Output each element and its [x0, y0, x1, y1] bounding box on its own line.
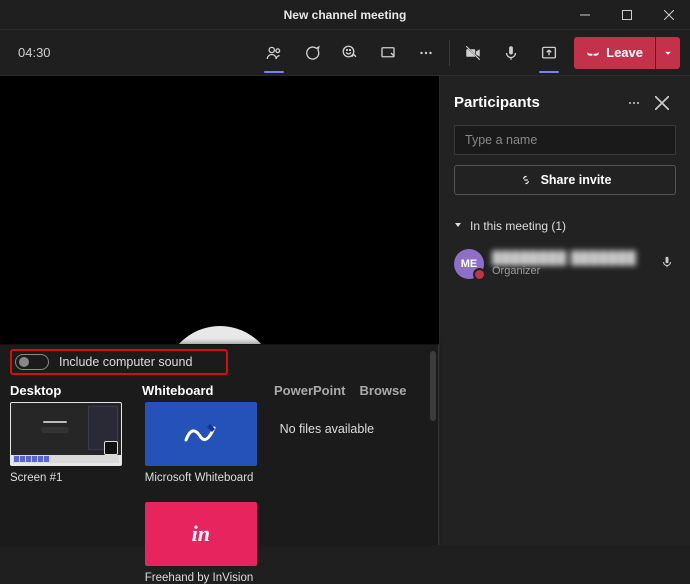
no-files-text: No files available	[280, 402, 428, 436]
leave-group: Leave	[574, 37, 680, 69]
participant-row[interactable]: ME ████████ ███████ Organizer	[454, 249, 676, 279]
invision-thumb[interactable]: in	[145, 502, 257, 566]
minimize-button[interactable]	[564, 0, 606, 30]
camera-off-icon[interactable]	[454, 30, 492, 76]
share-icon[interactable]	[530, 30, 568, 76]
share-tray: Include computer sound Desktop Whiteboar…	[0, 344, 439, 545]
mic-icon[interactable]	[492, 30, 530, 76]
participants-title: Participants	[454, 94, 620, 111]
rooms-icon[interactable]	[369, 30, 407, 76]
desktop-column: Screen #1	[10, 402, 125, 584]
screen1-label: Screen #1	[10, 472, 125, 484]
meeting-toolbar: 04:30 Leave	[0, 30, 690, 76]
cat-desktop: Desktop	[10, 383, 142, 398]
screen1-thumb[interactable]	[10, 402, 122, 466]
tray-scrollbar[interactable]	[430, 351, 436, 421]
leave-label: Leave	[606, 45, 643, 60]
participant-mic-icon[interactable]	[660, 255, 674, 274]
participant-role: Organizer	[492, 265, 652, 277]
chat-icon[interactable]	[293, 30, 331, 76]
cat-whiteboard: Whiteboard	[142, 383, 274, 398]
maximize-button[interactable]	[606, 0, 648, 30]
participant-avatar: ME	[454, 249, 484, 279]
participants-panel: Participants Type a name Share invite In…	[440, 76, 690, 545]
title-bar: New channel meeting	[0, 0, 690, 30]
share-invite-button[interactable]: Share invite	[454, 165, 676, 195]
window-controls	[564, 0, 690, 30]
ms-whiteboard-thumb[interactable]	[145, 402, 257, 466]
cat-browse[interactable]: Browse	[360, 383, 407, 398]
more-icon[interactable]	[407, 30, 445, 76]
participants-close-icon[interactable]	[648, 96, 676, 110]
leave-button[interactable]: Leave	[574, 37, 655, 69]
include-sound-label: Include computer sound	[59, 355, 192, 369]
invision-label: Freehand by InVision	[145, 572, 260, 584]
participants-more-icon[interactable]	[620, 95, 648, 111]
whiteboard-column: Microsoft Whiteboard in Freehand by InVi…	[145, 402, 260, 584]
meeting-timer: 04:30	[18, 45, 51, 60]
toolbar-separator	[449, 40, 450, 66]
share-invite-label: Share invite	[541, 173, 612, 187]
ms-whiteboard-label: Microsoft Whiteboard	[145, 472, 260, 484]
leave-caret[interactable]	[656, 37, 680, 69]
section-in-meeting[interactable]: In this meeting (1)	[454, 219, 676, 233]
close-button[interactable]	[648, 0, 690, 30]
participants-icon[interactable]	[255, 30, 293, 76]
participant-name: ████████ ███████	[492, 251, 652, 265]
reactions-icon[interactable]	[331, 30, 369, 76]
video-stage: Include computer sound Desktop Whiteboar…	[0, 76, 440, 545]
share-categories: Desktop Whiteboard PowerPoint Browse	[10, 377, 428, 402]
include-sound-row: Include computer sound	[10, 349, 228, 375]
cat-powerpoint[interactable]: PowerPoint	[274, 383, 346, 398]
powerpoint-column: No files available	[280, 402, 428, 584]
include-sound-toggle[interactable]	[15, 354, 49, 370]
type-name-input[interactable]: Type a name	[454, 125, 676, 155]
